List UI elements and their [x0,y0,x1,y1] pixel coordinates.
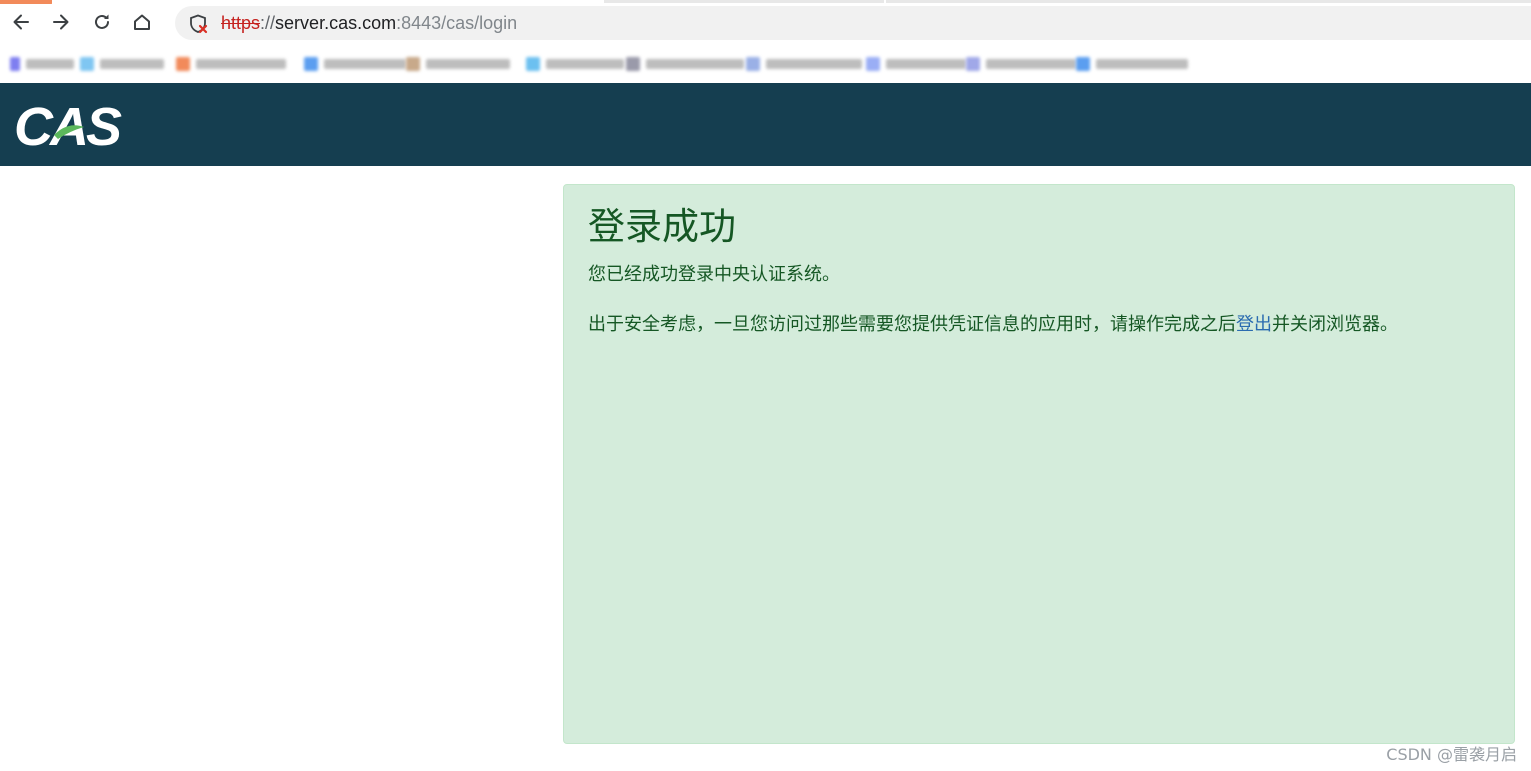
login-success-alert: 登录成功 您已经成功登录中央认证系统。 出于安全考虑，一旦您访问过那些需要您提供… [563,184,1515,744]
home-icon [134,14,150,30]
logout-link[interactable]: 登出 [1236,314,1272,335]
security-text-after: 并关闭浏览器。 [1272,314,1398,335]
tab-strip-divider [604,0,884,3]
url-text[interactable]: https://server.cas.com:8443/cas/login [221,12,517,34]
not-secure-shield-icon[interactable] [187,13,209,35]
tab-strip-divider [886,0,1531,3]
browser-toolbar: https://server.cas.com:8443/cas/login [0,4,1531,42]
bookmark-item[interactable] [406,56,510,72]
bookmark-item[interactable] [866,56,966,72]
url-scheme: https [221,13,261,33]
arrow-left-icon [13,14,29,30]
bookmark-item[interactable] [626,56,744,72]
back-button[interactable] [6,7,36,37]
reload-icon [95,14,109,29]
cas-header: CAS [0,83,1531,166]
url-separator: :// [260,13,276,33]
bookmarks-bar [0,42,1531,83]
bookmark-item[interactable] [80,56,164,72]
alert-security-note: 出于安全考虑，一旦您访问过那些需要您提供凭证信息的应用时，请操作完成之后登出并关… [588,312,1398,338]
home-button[interactable] [127,7,157,37]
security-text-before: 出于安全考虑，一旦您访问过那些需要您提供凭证信息的应用时，请操作完成之后 [588,314,1236,335]
bookmark-item[interactable] [966,56,1076,72]
alert-message: 您已经成功登录中央认证系统。 [588,264,840,285]
bookmark-item[interactable] [1076,56,1188,72]
alert-title: 登录成功 [588,205,736,248]
bookmark-item[interactable] [176,56,286,72]
watermark: CSDN @雷袭月启 [1386,745,1517,764]
forward-button[interactable] [46,7,76,37]
reload-button[interactable] [87,7,117,37]
cas-logo[interactable]: CAS [12,93,122,155]
cas-logo-text: CAS [14,97,122,155]
bookmark-item[interactable] [746,56,862,72]
bookmark-item[interactable] [304,56,406,72]
arrow-right-icon [53,14,69,30]
bookmark-item[interactable] [526,56,624,72]
url-path: :8443/cas/login [396,13,518,33]
url-host: server.cas.com [275,13,397,33]
bookmark-item[interactable] [10,56,74,72]
address-bar[interactable]: https://server.cas.com:8443/cas/login [175,6,1531,40]
